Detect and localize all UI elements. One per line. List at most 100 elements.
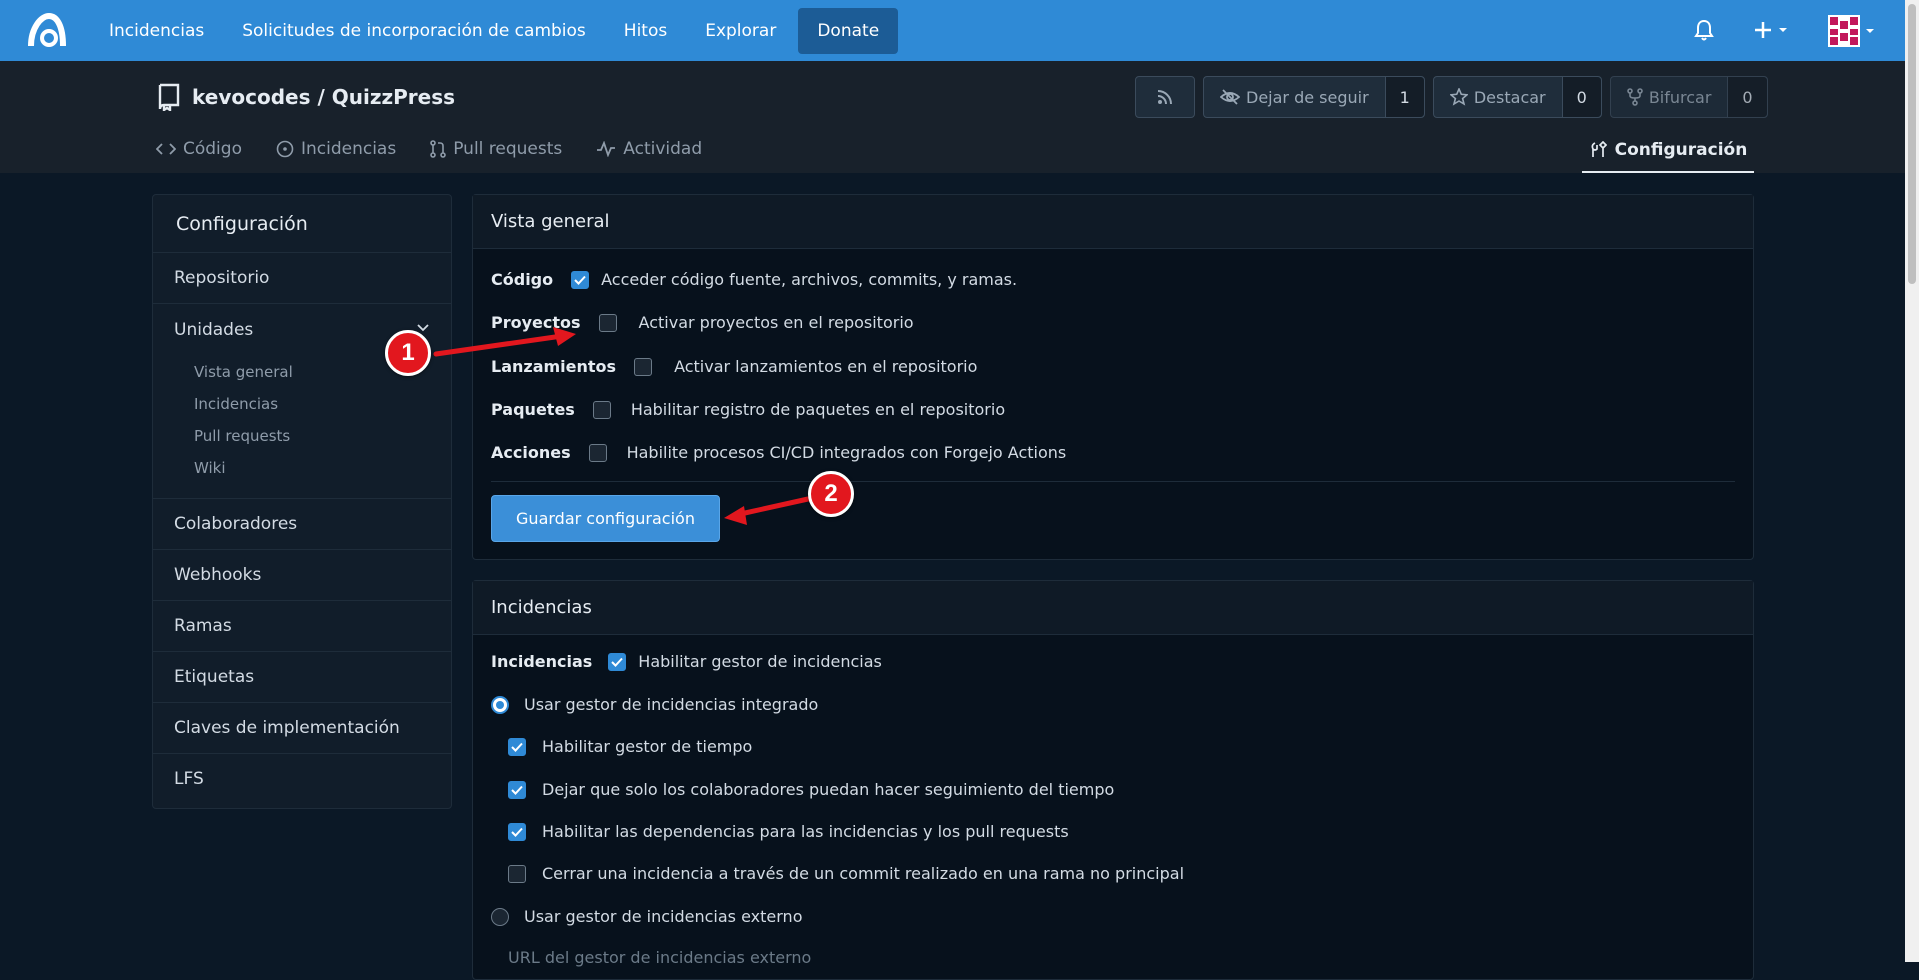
fork-count[interactable]: 0 bbox=[1727, 77, 1767, 117]
tab-settings[interactable]: Configuración bbox=[1582, 129, 1754, 173]
external-url-label: URL del gestor de incidencias externo bbox=[508, 948, 812, 967]
sidebar-item-tags[interactable]: Etiquetas bbox=[153, 652, 451, 703]
external-tracker-radio[interactable] bbox=[491, 907, 509, 926]
tab-activity[interactable]: Actividad bbox=[596, 129, 702, 169]
unit-row-releases: Lanzamientos Activar lanzamientos en el … bbox=[491, 357, 977, 376]
unit-projects-label: Proyectos bbox=[491, 313, 581, 332]
scrollbar-thumb[interactable] bbox=[1908, 4, 1916, 284]
pulse-icon bbox=[597, 141, 616, 157]
time-tracker-text: Habilitar gestor de tiempo bbox=[542, 737, 753, 756]
nav-issues[interactable]: Incidencias bbox=[90, 8, 223, 54]
git-pull-request-icon bbox=[430, 140, 447, 158]
star-label: Destacar bbox=[1473, 87, 1546, 107]
unit-packages-text: Habilitar registro de paquetes en el rep… bbox=[630, 400, 1006, 419]
star-button[interactable]: Destacar 0 bbox=[1432, 76, 1602, 118]
unit-projects-checkbox[interactable] bbox=[598, 313, 617, 332]
unwatch-label: Dejar de seguir bbox=[1246, 87, 1369, 107]
rss-button[interactable] bbox=[1135, 76, 1195, 118]
repo-action-buttons: Dejar de seguir 1 Destacar 0 Bifurcar 0 bbox=[1135, 76, 1768, 118]
nav-explore[interactable]: Explorar bbox=[686, 8, 795, 54]
issues-enable-label: Incidencias bbox=[491, 652, 593, 671]
tab-pull-requests[interactable]: Pull requests bbox=[430, 129, 562, 169]
repo-separator: / bbox=[310, 85, 332, 109]
unit-releases-text: Activar lanzamientos en el repositorio bbox=[674, 357, 978, 376]
fork-button[interactable]: Bifurcar 0 bbox=[1609, 76, 1768, 118]
internal-tracker-label: Usar gestor de incidencias integrado bbox=[524, 695, 819, 714]
internal-tracker-row: Usar gestor de incidencias integrado bbox=[491, 695, 818, 714]
dependencies-text: Habilitar las dependencias para las inci… bbox=[542, 822, 1069, 841]
sidebar-item-repository[interactable]: Repositorio bbox=[153, 253, 451, 304]
forgejo-logo-icon[interactable] bbox=[27, 12, 67, 48]
unit-releases-checkbox[interactable] bbox=[634, 357, 653, 376]
unit-code-checkbox[interactable] bbox=[571, 270, 590, 289]
unit-actions-checkbox[interactable] bbox=[588, 443, 607, 462]
code-icon bbox=[156, 143, 176, 155]
close-non-default-checkbox[interactable] bbox=[508, 864, 526, 883]
tab-issues[interactable]: Incidencias bbox=[276, 129, 396, 169]
repo-title: kevocodes / QuizzPress bbox=[156, 83, 455, 111]
nav-donate[interactable]: Donate bbox=[798, 7, 899, 54]
sidebar-item-collaborators[interactable]: Colaboradores bbox=[153, 499, 451, 550]
repo-owner-link[interactable]: kevocodes bbox=[192, 85, 311, 109]
fork-label: Bifurcar bbox=[1648, 87, 1712, 107]
star-count[interactable]: 0 bbox=[1561, 77, 1601, 117]
unit-actions-label: Acciones bbox=[491, 443, 571, 462]
close-non-default-row: Cerrar una incidencia a través de un com… bbox=[508, 864, 1184, 883]
sidebar-subitem-issues[interactable]: Incidencias bbox=[153, 388, 451, 420]
issues-panel-title: Incidencias bbox=[473, 581, 1753, 635]
overview-divider bbox=[491, 481, 1735, 482]
issues-enable-checkbox[interactable] bbox=[608, 652, 627, 671]
sidebar-title: Configuración bbox=[153, 195, 451, 253]
tab-code[interactable]: Código bbox=[156, 129, 242, 169]
unit-row-actions: Acciones Habilite procesos CI/CD integra… bbox=[491, 443, 1066, 462]
external-tracker-label: Usar gestor de incidencias externo bbox=[524, 907, 803, 926]
unit-projects-text: Activar proyectos en el repositorio bbox=[638, 313, 914, 332]
tab-code-label: Código bbox=[183, 139, 242, 159]
collab-time-checkbox[interactable] bbox=[508, 780, 526, 799]
sidebar-item-lfs[interactable]: LFS bbox=[153, 754, 451, 805]
watch-count[interactable]: 1 bbox=[1384, 77, 1424, 117]
nav-pull-requests[interactable]: Solicitudes de incorporación de cambios bbox=[223, 8, 605, 54]
unit-actions-text: Habilite procesos CI/CD integrados con F… bbox=[626, 443, 1067, 462]
settings-sidebar: Configuración Repositorio Unidades Vista… bbox=[152, 194, 452, 809]
collab-time-text: Dejar que solo los colaboradores puedan … bbox=[542, 780, 1115, 799]
sidebar-item-deploy-keys[interactable]: Claves de implementación bbox=[153, 703, 451, 754]
tab-activity-label: Actividad bbox=[623, 139, 703, 159]
save-settings-button[interactable]: Guardar configuración bbox=[491, 495, 720, 542]
dependencies-row: Habilitar las dependencias para las inci… bbox=[508, 822, 1069, 841]
user-avatar-icon[interactable] bbox=[1828, 15, 1878, 47]
tab-settings-label: Configuración bbox=[1614, 140, 1748, 160]
nav-milestones[interactable]: Hitos bbox=[605, 8, 686, 54]
sidebar-subitem-wiki[interactable]: Wiki bbox=[153, 452, 451, 484]
repo-name-link[interactable]: QuizzPress bbox=[332, 85, 455, 109]
page-scrollbar[interactable] bbox=[1905, 0, 1919, 962]
unit-packages-checkbox[interactable] bbox=[592, 400, 611, 419]
unwatch-button[interactable]: Dejar de seguir 1 bbox=[1203, 76, 1425, 118]
repo-header: kevocodes / QuizzPress Dejar de seguir 1 bbox=[0, 61, 1919, 173]
bell-icon[interactable] bbox=[1692, 18, 1716, 42]
create-plus-icon[interactable] bbox=[1751, 16, 1791, 44]
tab-pull-requests-label: Pull requests bbox=[453, 139, 563, 159]
eye-closed-icon bbox=[1220, 89, 1240, 105]
issues-panel: Incidencias Incidencias Habilitar gestor… bbox=[472, 580, 1754, 980]
internal-tracker-radio[interactable] bbox=[491, 695, 509, 714]
check-icon bbox=[574, 275, 586, 285]
time-tracker-checkbox[interactable] bbox=[508, 737, 526, 756]
check-icon bbox=[511, 785, 523, 795]
unit-row-code: Código Acceder código fuente, archivos, … bbox=[491, 270, 1017, 289]
external-tracker-row: Usar gestor de incidencias externo bbox=[491, 907, 802, 926]
sidebar-item-branches[interactable]: Ramas bbox=[153, 601, 451, 652]
sidebar-item-webhooks[interactable]: Webhooks bbox=[153, 550, 451, 601]
overview-panel: Vista general Código Acceder código fuen… bbox=[472, 194, 1754, 560]
overview-panel-title: Vista general bbox=[473, 195, 1753, 249]
unit-packages-label: Paquetes bbox=[491, 400, 575, 419]
issue-opened-icon bbox=[276, 140, 294, 158]
chevron-down-icon[interactable] bbox=[417, 324, 429, 332]
dependencies-checkbox[interactable] bbox=[508, 822, 526, 841]
annotation-badge-1: 1 bbox=[385, 330, 431, 376]
close-non-default-text: Cerrar una incidencia a través de un com… bbox=[542, 864, 1185, 883]
unit-row-packages: Paquetes Habilitar registro de paquetes … bbox=[491, 400, 1005, 419]
sidebar-subitem-pull-requests[interactable]: Pull requests bbox=[153, 420, 451, 452]
tools-icon bbox=[1591, 141, 1607, 157]
issues-enable-row: Incidencias Habilitar gestor de incidenc… bbox=[491, 652, 882, 671]
